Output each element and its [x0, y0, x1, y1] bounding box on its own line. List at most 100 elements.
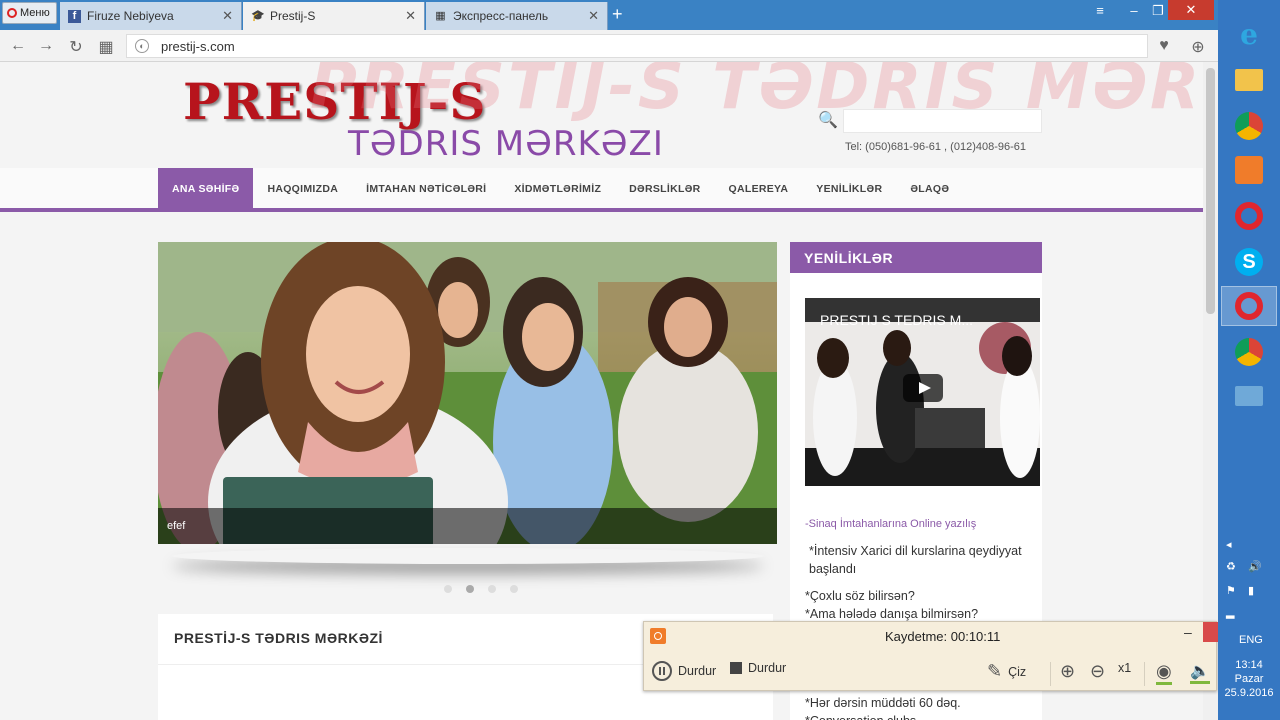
welcome-title: PRESTİJ-S TƏDRIS MƏRKƏZİ	[174, 630, 383, 646]
watermark-text: PRESTIJ-S TƏDRIS MƏRKƏZI	[310, 62, 1203, 124]
back-icon[interactable]: ←	[8, 37, 28, 55]
window-close-icon[interactable]: ✕	[1168, 0, 1214, 20]
pause-label: Durdur	[678, 664, 717, 678]
recorder-controls: Durdur Durdur ✎ Çiz ⊕ ⊖ x1 ◉ 🔈	[644, 656, 1216, 690]
stop-label: Durdur	[748, 661, 787, 675]
facebook-icon: f	[68, 9, 81, 23]
stop-button[interactable]: Durdur	[730, 661, 786, 675]
nav-contact[interactable]: ƏLAQƏ	[896, 168, 963, 210]
action-center-icon[interactable]: ⚑	[1226, 584, 1236, 597]
sync-icon[interactable]: ♻	[1226, 560, 1236, 573]
taskbar-chrome[interactable]	[1221, 106, 1277, 146]
zoom-level: x1	[1118, 661, 1132, 675]
language-indicator[interactable]: ENG	[1239, 634, 1263, 646]
taskbar-photo[interactable]	[1221, 376, 1277, 416]
speaker-icon[interactable]: 🔈	[1190, 661, 1210, 684]
taskbar-recorder[interactable]	[1221, 150, 1277, 190]
slider-shadow	[172, 548, 764, 564]
forward-icon[interactable]: →	[36, 37, 56, 55]
pause-button[interactable]: Durdur	[652, 661, 716, 681]
opera-icon	[1235, 292, 1263, 320]
recording-timer: Kaydetme: 00:10:11	[885, 629, 1001, 644]
clock-date: 25.9.2016	[1224, 687, 1274, 699]
separator	[1050, 662, 1051, 686]
nav-gallery[interactable]: QALEREYA	[715, 168, 803, 210]
pencil-icon: ✎	[987, 661, 1003, 681]
recorder-minimize-icon[interactable]: –	[1184, 624, 1192, 640]
nav-services[interactable]: XİDMƏTLƏRİMİZ	[500, 168, 615, 210]
search-icon[interactable]: 🔍	[818, 110, 838, 130]
taskbar-opera[interactable]	[1221, 196, 1277, 236]
volume-icon[interactable]: 🔊	[1248, 560, 1262, 573]
slider-dot[interactable]	[444, 585, 452, 593]
taskbar-chrome-2[interactable]	[1221, 332, 1277, 372]
internet-explorer-icon: e	[1240, 17, 1258, 51]
new-tab-icon[interactable]: +	[612, 4, 623, 25]
scrollbar-thumb[interactable]	[1206, 68, 1215, 314]
news-item-courses: *İntensiv Xarici dil kurslarina qeydiyya…	[809, 544, 1022, 576]
network-icon[interactable]: ▮	[1248, 584, 1254, 597]
tab-label: Prestij-S	[270, 9, 316, 23]
tab-express-panel[interactable]: ▦ Экспресс-панель ✕	[426, 2, 608, 30]
speed-dial-icon[interactable]: ▦	[96, 37, 116, 57]
slider-dot[interactable]	[510, 585, 518, 593]
tab-facebook[interactable]: f Firuze Nebiyeva ✕	[60, 2, 242, 30]
image-slider[interactable]: efef	[158, 242, 777, 544]
skype-icon: S	[1235, 248, 1263, 276]
bookmark-heart-icon[interactable]: ♥	[1154, 37, 1174, 55]
close-tab-icon[interactable]: ✕	[222, 8, 233, 24]
zoom-in-icon[interactable]: ⊕	[1060, 661, 1075, 682]
taskbar-ie[interactable]: e	[1221, 14, 1277, 54]
browser-tab-bar: Меню f Firuze Nebiyeva ✕ 🎓 Prestij-S ✕ ▦…	[0, 0, 1218, 30]
play-icon[interactable]	[903, 374, 943, 402]
tab-prestij[interactable]: 🎓 Prestij-S ✕	[243, 2, 425, 30]
nav-home[interactable]: ANA SƏHİFƏ	[158, 168, 254, 210]
nav-textbooks[interactable]: DƏRSLİKLƏR	[615, 168, 714, 210]
youtube-video[interactable]: PRESTIJ S TEDRIS M...	[805, 298, 1040, 486]
tray-expand-icon[interactable]: ◂	[1226, 538, 1232, 551]
signal-icon[interactable]: ▂	[1226, 606, 1234, 619]
news-item-clubs: *Conversation clubs...	[805, 712, 1035, 720]
webcam-icon[interactable]: ◉	[1156, 661, 1172, 685]
browser-menu-button[interactable]: Меню	[2, 2, 57, 24]
recorder-close-icon[interactable]	[1203, 622, 1218, 642]
draw-button[interactable]: ✎ Çiz	[987, 661, 1026, 682]
restore-icon[interactable]: ❐	[1146, 3, 1170, 19]
nav-news[interactable]: YENİLİKLƏR	[802, 168, 896, 210]
url-field[interactable]: ◐ prestij-s.com	[126, 34, 1148, 58]
slider-dot[interactable]	[488, 585, 496, 593]
video-title: PRESTIJ S TEDRIS M...	[820, 312, 973, 328]
recorder-app-icon	[1235, 156, 1263, 184]
taskbar-explorer[interactable]	[1221, 60, 1277, 100]
nav-about[interactable]: HAQQIMIZDA	[253, 168, 352, 210]
reload-icon[interactable]: ↻	[66, 37, 86, 57]
zoom-out-icon[interactable]: ⊖	[1090, 661, 1105, 682]
logo-subtitle: TƏDRIS MƏRKƏZI	[348, 124, 664, 164]
tab-label: Firuze Nebiyeva	[87, 9, 174, 23]
news-item-words: *Çoxlu söz bilirsən?	[805, 589, 915, 603]
minimize-icon[interactable]: –	[1122, 3, 1146, 18]
download-icon[interactable]: ⊕	[1188, 37, 1208, 57]
slide-caption-bar	[158, 508, 777, 544]
slider-pagination	[444, 585, 518, 593]
online-registration-link[interactable]: -Sinaq İmtahanlarına Online yazılış	[805, 518, 976, 530]
slider-dot-active[interactable]	[466, 585, 474, 593]
nav-exam-results[interactable]: İMTAHAN NƏTİCƏLƏRİ	[352, 168, 500, 210]
news-item-duration: *Hər dərsin müddəti 60 dəq.	[805, 696, 961, 710]
recorder-logo-icon	[650, 628, 666, 644]
screen-recorder-panel: Kaydetme: 00:10:11 – Durdur Durdur ✎ Çiz…	[643, 621, 1218, 691]
taskbar-skype[interactable]: S	[1221, 242, 1277, 282]
graduation-cap-icon: 🎓	[251, 9, 265, 22]
photo-viewer-icon	[1235, 386, 1263, 406]
grid-icon: ▦	[435, 9, 446, 22]
search-input[interactable]	[843, 109, 1042, 133]
close-tab-icon[interactable]: ✕	[588, 8, 599, 24]
close-tab-icon[interactable]: ✕	[405, 8, 416, 24]
slide-caption: efef	[167, 520, 186, 532]
taskbar-opera-active[interactable]	[1221, 286, 1277, 326]
menu-label: Меню	[20, 7, 50, 19]
opera-icon	[1235, 202, 1263, 230]
folder-icon	[1235, 69, 1263, 91]
clock[interactable]: 13:14 Pazar 25.9.2016	[1218, 658, 1280, 700]
tab-list-icon[interactable]: ≡	[1088, 3, 1112, 18]
